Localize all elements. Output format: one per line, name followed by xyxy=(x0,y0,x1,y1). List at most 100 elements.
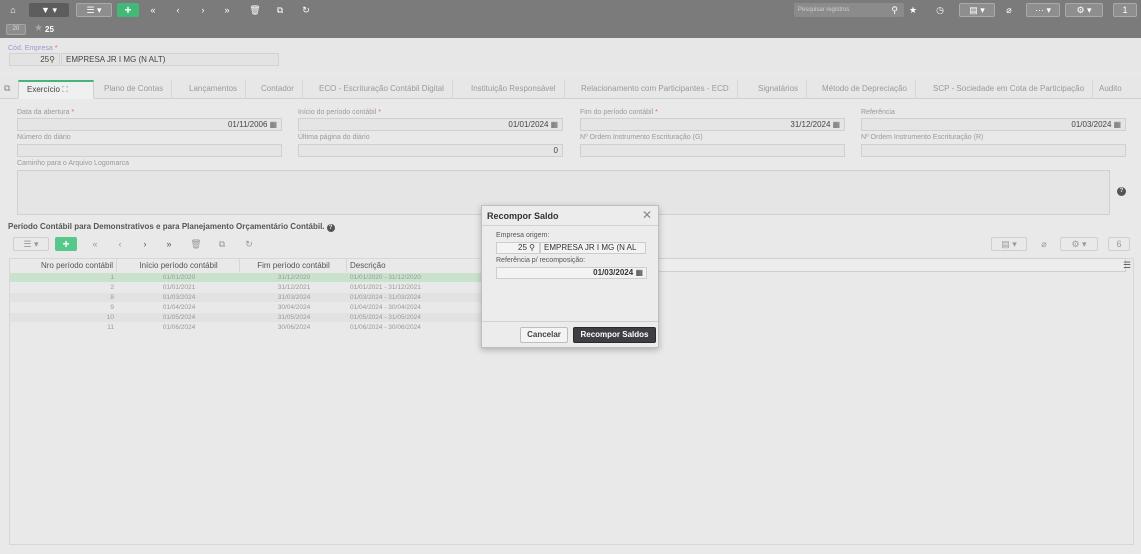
referencia-recomposicao-field[interactable]: 01/03/2024 ▦ xyxy=(496,267,647,279)
grid-menu-icon[interactable]: ☰ xyxy=(1123,260,1131,271)
empresa-origem-label: Empresa origem: xyxy=(496,232,550,239)
numero-diario-field[interactable] xyxy=(17,144,282,157)
tab-scp[interactable]: SCP - Sociedade em Cota de Participação xyxy=(925,80,1094,99)
calendar-icon[interactable]: ▦ xyxy=(550,120,558,129)
cell-inicio: 01/01/2020 xyxy=(162,274,196,281)
inicio-periodo-field[interactable]: 01/01/2024 ▦ xyxy=(298,118,563,131)
recompor-saldo-dialog: Recompor Saldo ✕ Empresa origem: 25 ⚲ EM… xyxy=(481,205,659,348)
referencia-field[interactable]: 01/03/2024 ▦ xyxy=(861,118,1126,131)
cell-fim: 30/06/2024 xyxy=(277,324,311,331)
empresa-code-field[interactable]: 25⚲ xyxy=(9,53,60,66)
column-header-fim[interactable]: Fim período contábil xyxy=(241,259,347,272)
star-icon[interactable]: ★ xyxy=(906,3,920,17)
grid-trash-icon[interactable]: 🗑 xyxy=(189,237,203,251)
calendar-icon[interactable]: ▦ xyxy=(832,120,840,129)
copy-icon[interactable]: ⧉ xyxy=(273,3,287,17)
ultima-pagina-field[interactable]: 0 xyxy=(298,144,563,157)
empresa-origem-name-field: EMPRESA JR I MG (N AL xyxy=(540,242,646,254)
grid-last-icon[interactable]: » xyxy=(162,237,176,251)
lookup-search-icon[interactable]: ⚲ xyxy=(529,243,535,252)
main-toolbar: ⌂ ▼ ▾ ☰ ▾ + « ‹ › » 🗑 ⧉ ↻ Pesquisar regi… xyxy=(0,0,1141,20)
refresh-icon[interactable]: ↻ xyxy=(299,3,313,17)
cell-inicio: 01/01/2021 xyxy=(162,284,196,291)
inicio-periodo-label: Início do período contábil * xyxy=(298,109,381,116)
grid-report-button[interactable]: ▤ ▾ xyxy=(991,237,1027,251)
cell-fim: 31/05/2024 xyxy=(277,314,311,321)
cancel-button[interactable]: Cancelar xyxy=(520,327,568,343)
add-button[interactable]: + xyxy=(117,3,139,17)
previous-record-icon[interactable]: ‹ xyxy=(170,3,186,17)
grid-add-button[interactable]: + xyxy=(55,237,77,251)
calendar-icon[interactable]: ▦ xyxy=(269,120,277,129)
table-row[interactable]: 2 01/01/2021 31/12/2021 01/01/2021 - 31/12/… xyxy=(10,283,482,292)
expand-icon[interactable]: ⛶ xyxy=(62,85,68,94)
grid-next-icon[interactable]: › xyxy=(138,237,152,251)
grid-refresh-icon[interactable]: ↻ xyxy=(242,237,256,251)
view-mode-button[interactable]: ☰ ▾ xyxy=(76,3,112,17)
exercicio-form: Data da abertura * 01/11/2006 ▦ Início do… xyxy=(0,99,1141,219)
favorite-star-icon[interactable]: ★ xyxy=(34,23,43,34)
next-record-icon[interactable]: › xyxy=(195,3,211,17)
table-row[interactable]: 10 01/05/2024 31/05/2024 01/05/2024 - 31/05… xyxy=(10,313,482,322)
grid-filter-input[interactable] xyxy=(628,258,1126,272)
tab-auditoria[interactable]: Audito xyxy=(1091,80,1130,99)
grid-view-button[interactable]: ☰ ▾ xyxy=(13,237,49,251)
filter-button[interactable]: ▼ ▾ xyxy=(29,3,69,17)
calendar-icon[interactable]: ▦ xyxy=(1113,120,1121,129)
grid-attachment-icon[interactable]: ⌀ xyxy=(1037,237,1051,251)
help-icon[interactable]: ? xyxy=(1117,187,1126,196)
ordem-r-label: Nº Ordem Instrumento Escrituração (R) xyxy=(861,134,984,141)
page-counter[interactable]: 1 xyxy=(1113,3,1137,17)
grid-first-icon[interactable]: « xyxy=(88,237,102,251)
search-icon[interactable]: ⚲ xyxy=(891,3,898,17)
tab-contador[interactable]: Contador xyxy=(253,80,303,99)
column-header-nro[interactable]: Nro período contábil xyxy=(10,259,117,272)
tab-metodo-depreciacao[interactable]: Método de Depreciação xyxy=(814,80,916,99)
cell-fim: 31/03/2024 xyxy=(277,294,311,301)
clock-icon[interactable]: ◷ xyxy=(933,3,947,17)
help-icon[interactable]: ? xyxy=(326,224,335,232)
trash-icon[interactable]: 🗑 xyxy=(248,3,262,17)
tab-exercicio[interactable]: Exercício ⛶ xyxy=(18,80,94,99)
column-header-descricao[interactable]: Descrição xyxy=(348,259,482,272)
calendar-icon[interactable]: ▦ xyxy=(635,268,643,277)
empresa-origem-code-field[interactable]: 25 ⚲ xyxy=(496,242,540,254)
data-abertura-field[interactable]: 01/11/2006 ▦ xyxy=(17,118,282,131)
tab-signatarios[interactable]: Signatários xyxy=(750,80,808,99)
tab-plano-de-contas[interactable]: Plano de Contas xyxy=(96,80,173,99)
fim-periodo-field[interactable]: 31/12/2024 ▦ xyxy=(580,118,845,131)
grid-previous-icon[interactable]: ‹ xyxy=(113,237,127,251)
cell-descricao: 01/01/2021 - 31/12/2021 xyxy=(350,284,421,291)
home-icon[interactable]: ⌂ xyxy=(6,3,20,17)
grid-copy-icon[interactable]: ⧉ xyxy=(215,237,229,251)
table-row[interactable]: 9 01/04/2024 30/04/2024 01/04/2024 - 30/04/… xyxy=(10,303,482,312)
tabs-copy-icon[interactable]: ⧉ xyxy=(4,83,10,94)
tab-relacionamento[interactable]: Relacionamento com Participantes - ECD xyxy=(573,80,738,99)
more-button[interactable]: ⋯ ▾ xyxy=(1026,3,1060,17)
attachment-icon[interactable]: ⌀ xyxy=(1002,3,1016,17)
column-header-inicio[interactable]: Início período contábil xyxy=(118,259,240,272)
table-row[interactable]: 1 01/01/2020 31/12/2020 01/01/2020 - 31/12/… xyxy=(10,273,482,282)
tab-instituicao[interactable]: Instituição Responsável xyxy=(463,80,565,99)
tab-eco[interactable]: ECO - Escrituração Contábil Digital xyxy=(311,80,453,99)
last-record-icon[interactable]: » xyxy=(219,3,235,17)
tab-lancamentos[interactable]: Lançamentos xyxy=(181,80,247,99)
lookup-search-icon[interactable]: ⚲ xyxy=(49,55,55,64)
first-record-icon[interactable]: « xyxy=(145,3,161,17)
record-badge: 20 xyxy=(6,24,26,35)
table-row[interactable]: 8 01/03/2024 31/03/2024 01/03/2024 - 31/03/… xyxy=(10,293,482,302)
grid-page-size[interactable]: 6 xyxy=(1108,237,1130,251)
ultima-pagina-label: Última página do diário xyxy=(298,134,370,141)
report-button[interactable]: ▤ ▾ xyxy=(959,3,995,17)
recompor-saldos-button[interactable]: Recompor Saldos xyxy=(573,327,656,343)
search-input[interactable]: Pesquisar registros ⚲ xyxy=(794,3,904,17)
close-icon[interactable]: ✕ xyxy=(642,208,652,222)
settings-button[interactable]: ⚙ ▾ xyxy=(1065,3,1103,17)
grid-settings-button[interactable]: ⚙ ▾ xyxy=(1060,237,1098,251)
ordem-g-field[interactable] xyxy=(580,144,845,157)
cell-descricao: 01/01/2020 - 31/12/2020 xyxy=(350,274,421,281)
cell-inicio: 01/06/2024 xyxy=(162,324,196,331)
ordem-r-field[interactable] xyxy=(861,144,1126,157)
cell-descricao: 01/05/2024 - 31/05/2024 xyxy=(350,314,421,321)
table-row[interactable]: 11 01/06/2024 30/06/2024 01/06/2024 - 30/06… xyxy=(10,323,482,332)
